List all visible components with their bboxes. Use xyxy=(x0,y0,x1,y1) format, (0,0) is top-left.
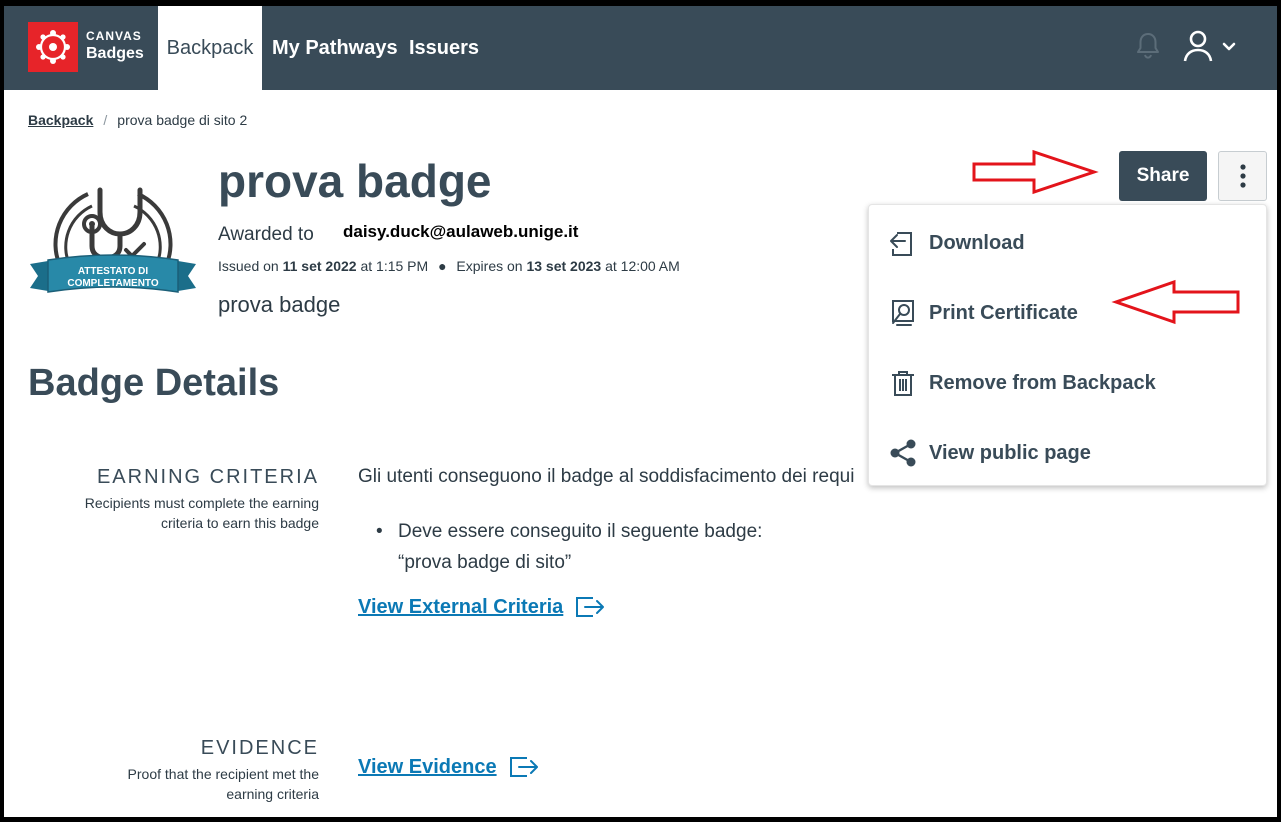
menu-item-label: Print Certificate xyxy=(929,301,1078,324)
badge-details-heading: Badge Details xyxy=(28,362,280,404)
earning-criteria-label: EARNING CRITERIA Recipients must complet… xyxy=(84,466,319,531)
tab-backpack[interactable]: Backpack xyxy=(158,6,262,90)
expires-date: 13 set 2023 xyxy=(526,258,602,274)
download-icon xyxy=(887,227,919,259)
breadcrumb: Backpack / prova badge di sito 2 xyxy=(28,112,247,128)
canvas-badges-logo[interactable]: CANVAS Badges xyxy=(28,22,150,72)
menu-item-label: Download xyxy=(929,231,1025,254)
menu-item-remove-from-backpack[interactable]: Remove from Backpack xyxy=(887,363,1156,403)
top-navigation: CANVAS Badges Backpack My Pathways Issue… xyxy=(4,6,1277,90)
annotation-arrow-share xyxy=(972,149,1099,195)
annotation-arrow-print xyxy=(1111,279,1240,325)
tab-my-pathways[interactable]: My Pathways xyxy=(272,6,398,90)
earning-criteria-heading: EARNING CRITERIA xyxy=(96,466,319,488)
canvas-logo-icon xyxy=(28,22,78,72)
tab-issuers[interactable]: Issuers xyxy=(409,6,479,90)
menu-item-label: Remove from Backpack xyxy=(929,371,1156,394)
external-link-icon xyxy=(509,757,538,777)
more-options-button[interactable] xyxy=(1218,151,1267,201)
dot-separator: ● xyxy=(438,258,447,274)
chevron-down-icon xyxy=(1222,42,1236,51)
more-vertical-icon xyxy=(1239,164,1246,188)
ribbon-line1: ATTESTATO DI xyxy=(78,266,149,277)
user-icon xyxy=(1183,30,1213,62)
logo-line2: Badges xyxy=(86,45,144,62)
bullet: • xyxy=(376,521,383,542)
evidence-heading: EVIDENCE xyxy=(200,737,319,759)
issue-dates: Issued on 11 set 2022 at 1:15 PM ● Expir… xyxy=(218,258,680,274)
bell-icon[interactable] xyxy=(1132,30,1164,62)
awarded-to: Awarded to daisy.duck@aulaweb.unige.it xyxy=(218,222,578,246)
criteria-description: Gli utenti conseguono il badge al soddis… xyxy=(358,466,855,487)
share-button[interactable]: Share xyxy=(1119,151,1207,201)
breadcrumb-separator: / xyxy=(103,112,108,128)
badge-image: ATTESTATO DI COMPLETAMENTO xyxy=(28,154,198,324)
breadcrumb-backpack-link[interactable]: Backpack xyxy=(28,112,93,128)
awarded-email: daisy.duck@aulaweb.unige.it xyxy=(343,222,579,241)
menu-item-print-certificate[interactable]: Print Certificate xyxy=(887,293,1078,333)
evidence-label: EVIDENCE Proof that the recipient met th… xyxy=(127,737,319,802)
view-external-criteria-link[interactable]: View External Criteria xyxy=(358,594,605,620)
badge-description: prova badge xyxy=(218,292,341,317)
criteria-list-item: • Deve essere conseguito il seguente bad… xyxy=(376,516,762,578)
user-menu[interactable] xyxy=(1180,28,1242,64)
more-options-menu: Download Print Certificate Remove from B… xyxy=(868,204,1267,486)
awarded-label: Awarded to xyxy=(218,224,314,245)
menu-item-view-public-page[interactable]: View public page xyxy=(887,433,1091,473)
app-window: CANVAS Badges Backpack My Pathways Issue… xyxy=(0,0,1281,822)
print-certificate-icon xyxy=(887,297,919,329)
breadcrumb-current: prova badge di sito 2 xyxy=(117,112,248,128)
share-icon xyxy=(887,437,919,469)
issued-date: 11 set 2022 xyxy=(282,258,357,274)
menu-item-download[interactable]: Download xyxy=(887,223,1025,263)
ribbon-line2: COMPLETAMENTO xyxy=(67,278,159,289)
menu-item-label: View public page xyxy=(929,441,1091,464)
logo-line1: CANVAS xyxy=(86,29,142,43)
view-evidence-link[interactable]: View Evidence xyxy=(358,754,539,780)
badge-title: prova badge xyxy=(218,155,492,207)
external-link-icon xyxy=(576,597,605,617)
trash-icon xyxy=(887,367,919,399)
